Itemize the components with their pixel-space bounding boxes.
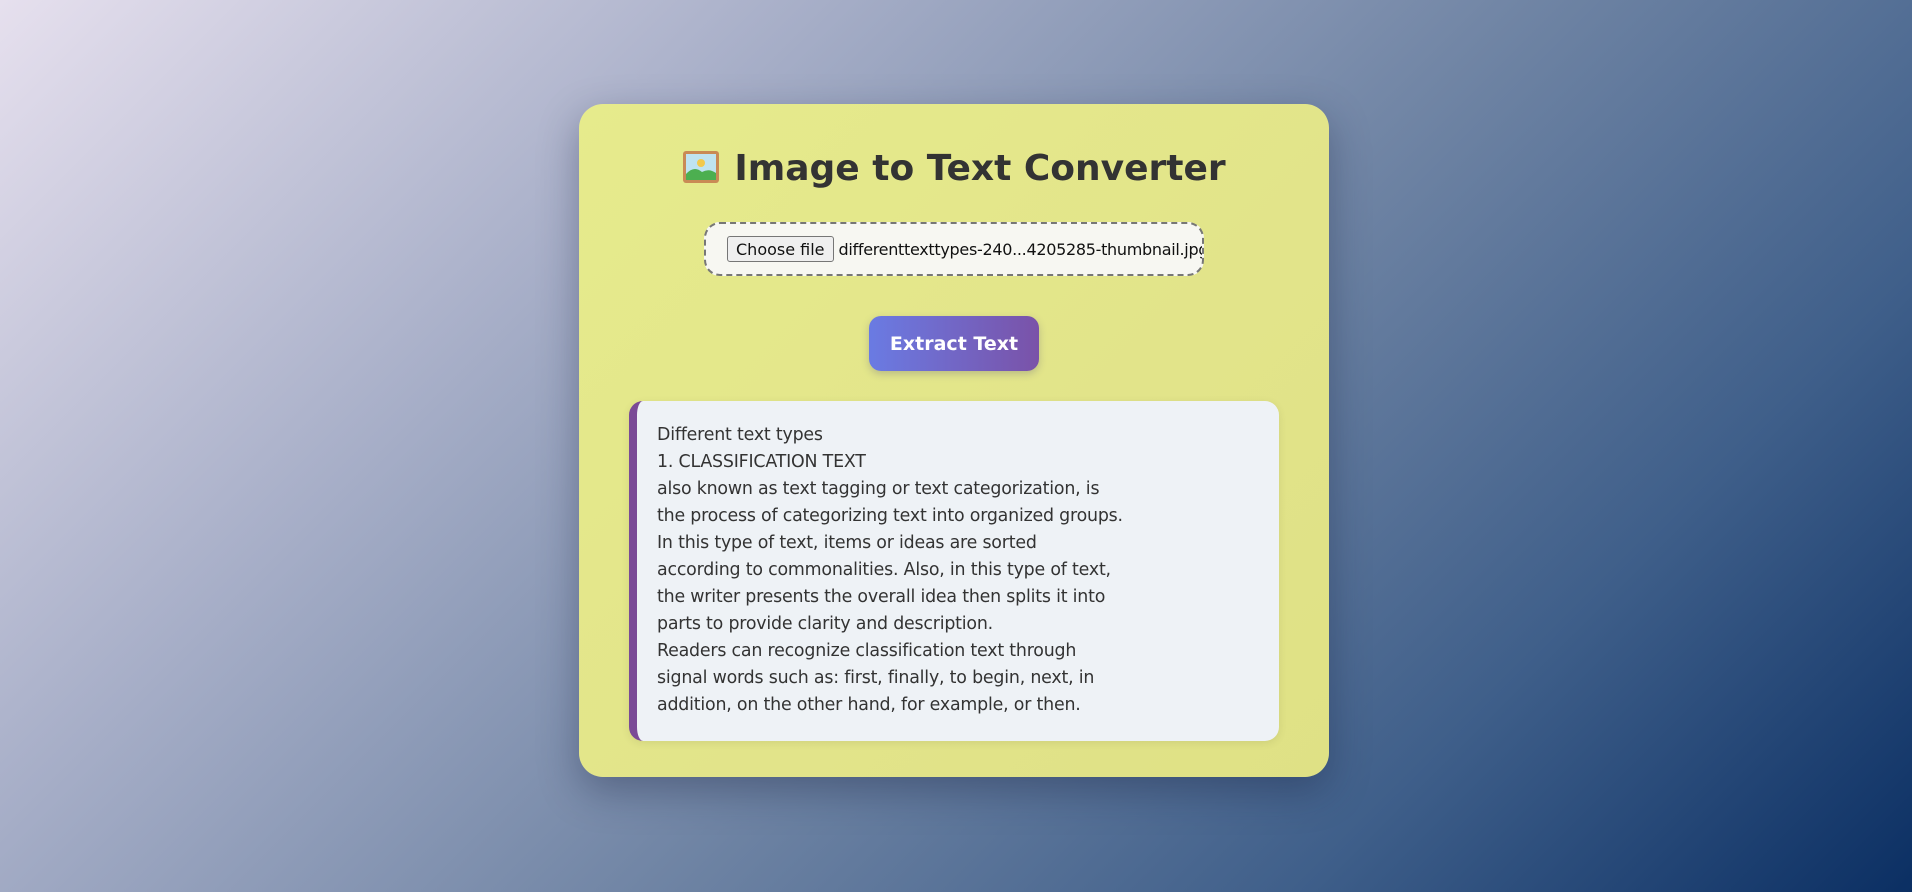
file-upload-area[interactable]: Choose file differenttexttypes-240...420…: [704, 222, 1204, 276]
extracted-text-output: Different text types 1. CLASSIFICATION T…: [629, 401, 1279, 741]
page-title: Image to Text Converter: [579, 148, 1329, 189]
output-line: In this type of text, items or ideas are…: [657, 533, 1037, 553]
page-title-text: Image to Text Converter: [734, 148, 1226, 189]
output-line: the process of categorizing text into or…: [657, 506, 1123, 526]
output-line: parts to provide clarity and description…: [657, 614, 994, 634]
output-line: also known as text tagging or text categ…: [657, 479, 1100, 499]
output-line: Different text types: [657, 425, 823, 445]
output-line: according to commonalities. Also, in thi…: [657, 560, 1111, 580]
extract-text-button[interactable]: Extract Text: [869, 316, 1039, 371]
output-line: Readers can recognize classification tex…: [657, 641, 1077, 661]
output-line: addition, on the other hand, for example…: [657, 695, 1081, 715]
selected-file-name: differenttexttypes-240...4205285-thumbna…: [838, 239, 1204, 259]
choose-file-button[interactable]: Choose file: [727, 236, 834, 262]
output-line: 1. CLASSIFICATION TEXT: [657, 452, 866, 472]
converter-card: Image to Text Converter Choose file diff…: [579, 104, 1329, 777]
framed-picture-icon: [683, 151, 720, 183]
output-line: the writer presents the overall idea the…: [657, 587, 1106, 607]
output-line: signal words such as: first, finally, to…: [657, 668, 1095, 688]
